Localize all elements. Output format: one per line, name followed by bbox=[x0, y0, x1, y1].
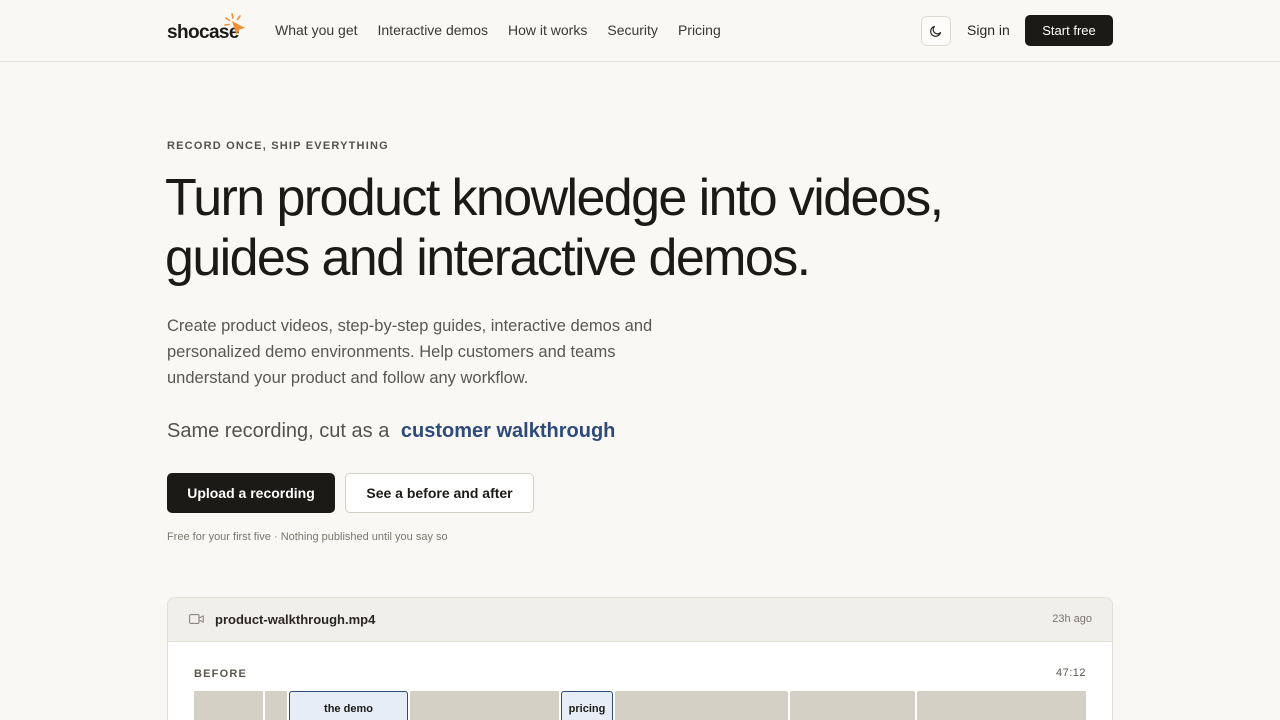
timeline-segments: the demo pricing bbox=[194, 691, 1086, 720]
recording-time-ago: 23h ago bbox=[1052, 613, 1092, 625]
before-after-button[interactable]: See a before and after bbox=[345, 473, 534, 513]
timeline-segment-the-demo[interactable]: the demo bbox=[289, 691, 408, 720]
hero-description: Create product videos, step-by-step guid… bbox=[167, 317, 653, 387]
before-label: BEFORE bbox=[194, 668, 248, 680]
start-free-button[interactable]: Start free bbox=[1025, 15, 1113, 46]
video-icon bbox=[189, 614, 204, 624]
headline-line-2: guides and interactive demos. bbox=[165, 229, 811, 287]
upload-recording-button[interactable]: Upload a recording bbox=[167, 473, 335, 513]
timeline-segment[interactable] bbox=[917, 691, 1086, 720]
recording-card-header: product-walkthrough.mp4 23h ago bbox=[168, 598, 1112, 642]
timeline-segment[interactable] bbox=[790, 691, 915, 720]
nav-what-you-get[interactable]: What you get bbox=[275, 22, 358, 38]
headline-line-1: Turn product knowledge into videos, bbox=[165, 169, 944, 227]
recording-duration: 47:12 bbox=[1055, 667, 1086, 679]
cut-target: customer walkthrough bbox=[400, 420, 616, 442]
timeline-segment[interactable] bbox=[194, 691, 263, 720]
cut-prefix: Same recording, cut as a bbox=[167, 420, 390, 442]
shocase-logo[interactable]: shocase bbox=[167, 12, 249, 44]
hero-headline: Turn product knowledge into videos, guid… bbox=[165, 168, 1065, 288]
top-navigation-bar: shocase What you get Interactive demos H… bbox=[0, 0, 1280, 62]
timeline-segment[interactable] bbox=[615, 691, 788, 720]
main-nav: What you get Interactive demos How it wo… bbox=[275, 22, 721, 38]
recording-cut-line: Same recording, cut as a customer walkth… bbox=[167, 420, 615, 443]
hero-fineprint: Free for your first five · Nothing publi… bbox=[167, 531, 448, 543]
sign-in-link[interactable]: Sign in bbox=[967, 22, 1010, 38]
nav-interactive-demos[interactable]: Interactive demos bbox=[378, 22, 489, 38]
nav-security[interactable]: Security bbox=[607, 22, 658, 38]
cursor-burst-icon bbox=[224, 13, 245, 35]
nav-pricing[interactable]: Pricing bbox=[678, 22, 721, 38]
recording-file-name: product-walkthrough.mp4 bbox=[215, 612, 376, 627]
timeline-segment-pricing[interactable]: pricing bbox=[561, 691, 613, 720]
recording-card: product-walkthrough.mp4 23h ago BEFORE 4… bbox=[167, 597, 1113, 720]
timeline-segment[interactable] bbox=[410, 691, 559, 720]
theme-toggle-button[interactable] bbox=[921, 16, 951, 46]
timeline-segment[interactable] bbox=[265, 691, 287, 720]
hero-eyebrow: RECORD ONCE, SHIP EVERYTHING bbox=[167, 140, 389, 152]
moon-icon bbox=[930, 25, 942, 37]
nav-how-it-works[interactable]: How it works bbox=[508, 22, 587, 38]
